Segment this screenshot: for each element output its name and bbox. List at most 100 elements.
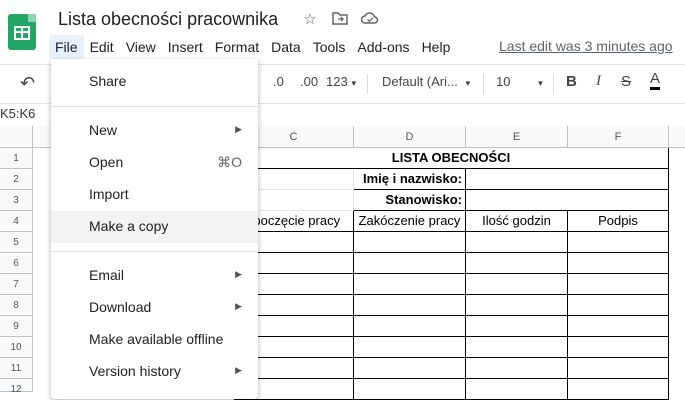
title-cell[interactable]: LISTA OBECNOŚCI <box>234 148 669 169</box>
menu-item-new[interactable]: New ▶ <box>51 115 258 147</box>
menu-item-offline[interactable]: Make available offline <box>51 324 258 356</box>
font-select-label: Default (Ari... <box>382 74 458 89</box>
table-cell[interactable] <box>568 337 669 358</box>
menu-item-label: Email <box>89 267 125 283</box>
menu-item-share[interactable]: Share <box>51 66 258 98</box>
table-cell[interactable] <box>354 232 466 253</box>
table-cell[interactable] <box>354 337 466 358</box>
menu-item-make-copy[interactable]: Make a copy <box>51 211 258 243</box>
menu-item-label: Version history <box>89 363 181 379</box>
menu-addons[interactable]: Add-ons <box>351 35 415 59</box>
menu-item-email[interactable]: Email ▶ <box>51 260 258 292</box>
increase-decimal-button[interactable]: .00 <box>300 74 318 89</box>
menu-view[interactable]: View <box>120 35 162 59</box>
table-cell[interactable] <box>568 274 669 295</box>
move-folder-icon[interactable] <box>331 11 349 29</box>
toolbar-divider <box>367 74 368 94</box>
table-cell[interactable] <box>568 316 669 337</box>
row-header[interactable]: 1 <box>0 148 33 169</box>
row-header[interactable]: 10 <box>0 337 33 358</box>
table-cell[interactable] <box>568 379 669 400</box>
menu-item-version-history[interactable]: Version history ▶ <box>51 356 258 388</box>
row-header[interactable]: 6 <box>0 253 33 274</box>
row-header[interactable]: 2 <box>0 169 33 190</box>
position-value-cell[interactable] <box>466 190 669 211</box>
font-size-label: 10 <box>496 74 511 89</box>
toolbar-divider <box>483 74 484 94</box>
menu-divider <box>51 251 258 252</box>
header-end-cell[interactable]: Zakóczenie pracy <box>354 211 466 232</box>
number-format-button[interactable]: 123 ▼ <box>326 74 358 89</box>
menu-help[interactable]: Help <box>416 35 457 59</box>
menu-edit[interactable]: Edit <box>84 35 120 59</box>
menu-item-open[interactable]: Open ⌘O <box>51 147 258 179</box>
font-size-select[interactable]: 10 ▼ <box>496 74 544 89</box>
cloud-status-icon[interactable] <box>360 11 379 29</box>
table-cell[interactable] <box>354 316 466 337</box>
font-select[interactable]: Default (Ari... ▼ <box>382 74 472 89</box>
menu-item-label: Download <box>89 299 152 315</box>
row-header[interactable]: 12 <box>0 379 33 395</box>
table-cell[interactable] <box>354 379 466 400</box>
row-header[interactable]: 11 <box>0 358 33 379</box>
table-cell[interactable] <box>568 358 669 379</box>
document-title[interactable]: Lista obecności pracownika <box>58 9 278 30</box>
menu-bar: File Edit View Insert Format Data Tools … <box>49 35 456 59</box>
row-header[interactable]: 3 <box>0 190 33 211</box>
column-header-d[interactable]: D <box>354 126 466 148</box>
table-cell[interactable] <box>568 295 669 316</box>
menu-divider <box>51 106 258 107</box>
menu-insert[interactable]: Insert <box>162 35 209 59</box>
row-header[interactable]: 4 <box>0 211 33 232</box>
row-header[interactable]: 9 <box>0 316 33 337</box>
corner-header[interactable] <box>0 126 33 148</box>
strikethrough-button[interactable]: S <box>621 73 631 90</box>
header-signature-cell[interactable]: Podpis <box>568 211 669 232</box>
row-header[interactable]: 7 <box>0 274 33 295</box>
table-cell[interactable] <box>466 316 568 337</box>
bold-button[interactable]: B <box>566 73 577 90</box>
star-icon[interactable]: ☆ <box>301 11 319 29</box>
column-header-e[interactable]: E <box>466 126 568 148</box>
name-value-cell[interactable] <box>466 169 669 190</box>
text-color-button[interactable]: A <box>650 71 661 90</box>
table-cell[interactable] <box>466 295 568 316</box>
table-cell[interactable] <box>466 379 568 400</box>
table-cell[interactable] <box>568 232 669 253</box>
chevron-down-icon: ▼ <box>347 79 358 88</box>
menu-data[interactable]: Data <box>265 35 307 59</box>
table-cell[interactable] <box>354 358 466 379</box>
italic-button[interactable]: I <box>596 73 601 90</box>
submenu-arrow-icon: ▶ <box>235 301 242 311</box>
name-label-cell[interactable]: Imię i nazwisko: <box>354 169 466 190</box>
table-cell[interactable] <box>568 253 669 274</box>
row-header[interactable]: 5 <box>0 232 33 253</box>
sheets-logo-icon[interactable] <box>8 14 36 50</box>
name-box[interactable]: K5:K6 <box>0 103 35 125</box>
menu-item-download[interactable]: Download ▶ <box>51 292 258 324</box>
table-cell[interactable] <box>466 337 568 358</box>
table-cell[interactable] <box>466 358 568 379</box>
column-header-g[interactable] <box>669 126 685 148</box>
row-header[interactable]: 8 <box>0 295 33 316</box>
table-cell[interactable] <box>354 295 466 316</box>
header-hours-cell[interactable]: Ilość godzin <box>466 211 568 232</box>
undo-icon[interactable]: ↶ <box>20 73 35 94</box>
menu-item-label: Import <box>89 186 129 202</box>
submenu-arrow-icon: ▶ <box>235 124 242 134</box>
table-cell[interactable] <box>354 274 466 295</box>
decrease-decimal-button[interactable]: .0 <box>273 74 284 89</box>
last-edit-link[interactable]: Last edit was 3 minutes ago <box>499 38 673 54</box>
menu-tools[interactable]: Tools <box>307 35 352 59</box>
column-header-f[interactable]: F <box>568 126 669 148</box>
toolbar-divider <box>553 74 554 94</box>
table-cell[interactable] <box>466 274 568 295</box>
position-label-cell[interactable]: Stanowisko: <box>354 190 466 211</box>
menu-item-import[interactable]: Import <box>51 179 258 211</box>
menu-item-label: Open <box>89 154 124 170</box>
menu-format[interactable]: Format <box>209 35 265 59</box>
menu-file[interactable]: File <box>49 35 84 59</box>
table-cell[interactable] <box>354 253 466 274</box>
table-cell[interactable] <box>466 232 568 253</box>
table-cell[interactable] <box>466 253 568 274</box>
